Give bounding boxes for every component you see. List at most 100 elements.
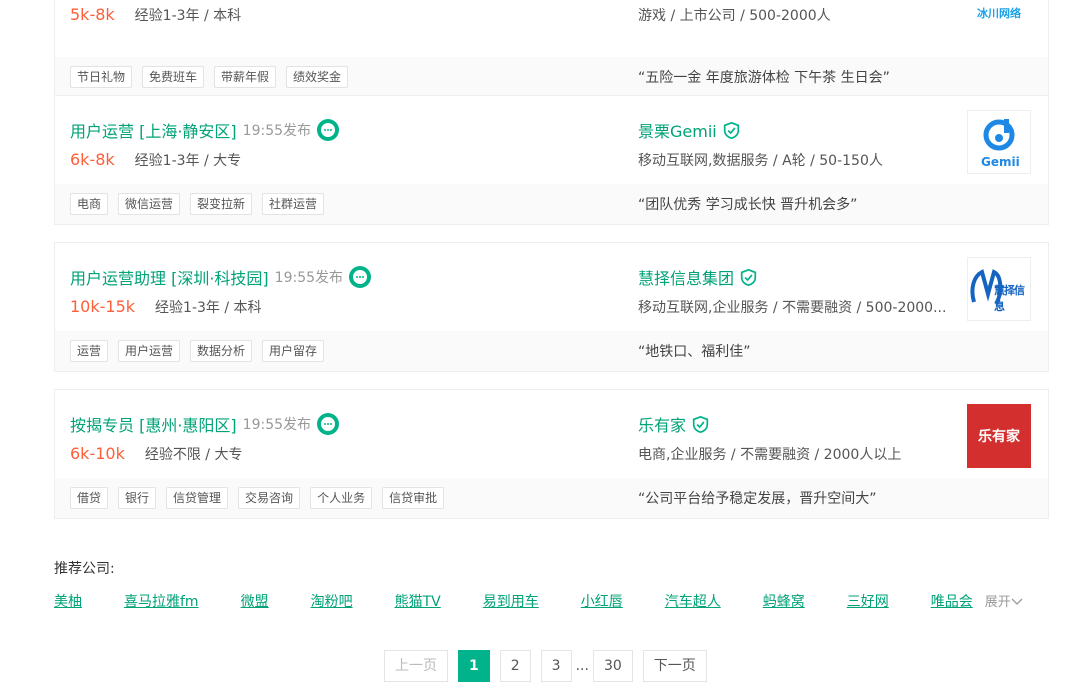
- logo-text: Gemii: [981, 155, 1020, 169]
- card-footer: 节日礼物 免费班车 带薪年假 绩效奖金 “五险一金 年度旅游体检 下午茶 生日会…: [55, 57, 1048, 97]
- job-card[interactable]: 用户运营助理 [深圳·科技园] 19:55发布 10k-15k 经验1-3年 /…: [54, 242, 1049, 372]
- job-title-link[interactable]: 用户运营 [上海·静安区] 19:55发布: [70, 118, 340, 142]
- salary: 6k-8k: [70, 150, 115, 169]
- job-requirement: 经验不限 / 大专: [144, 447, 243, 463]
- recommend-company-link[interactable]: 三好网: [847, 591, 889, 611]
- next-page-button[interactable]: 下一页: [642, 650, 707, 682]
- tag: 节日礼物: [70, 66, 133, 88]
- company-logo[interactable]: 冰川网络: [967, 0, 1031, 19]
- logo-text: 冰川网络: [977, 7, 1021, 19]
- logo-text: 慧择信息: [994, 284, 1025, 313]
- expand-label: 展开: [984, 595, 1011, 610]
- job-requirement: 经验1-3年 / 本科: [134, 8, 242, 24]
- company-logo[interactable]: 乐有家: [967, 404, 1031, 468]
- salary: 6k-10k: [70, 444, 125, 463]
- salary-line: 6k-10k 经验不限 / 大专: [70, 444, 242, 464]
- job-requirement: 经验1-3年 / 本科: [155, 300, 262, 316]
- page-button[interactable]: 2: [499, 650, 531, 682]
- tag: 带薪年假: [214, 66, 277, 88]
- card-footer: 电商 微信运营 裂变拉新 社群运营 “团队优秀 学习成长快 晋升机会多”: [55, 184, 1048, 224]
- tag-list: 借贷 银行 信贷管理 交易咨询 个人业务 信贷审批: [70, 487, 445, 509]
- tag: 绩效奖金: [286, 66, 349, 88]
- recommend-title: 推荐公司:: [54, 561, 115, 577]
- company-logo[interactable]: 慧择信息: [967, 257, 1031, 321]
- job-card[interactable]: 5k-8k 经验1-3年 / 本科 游戏 / 上市公司 / 500-2000人 …: [54, 0, 1049, 98]
- tag: 信贷管理: [166, 487, 229, 509]
- job-title[interactable]: 按揭专员 [惠州·惠阳区]: [70, 412, 237, 436]
- chevron-down-icon: [1011, 598, 1023, 605]
- tag: 电商: [70, 193, 109, 215]
- recommend-company-link[interactable]: 喜马拉雅fm: [124, 591, 199, 611]
- page-button-last[interactable]: 30: [592, 650, 633, 682]
- tag: 免费班车: [142, 66, 205, 88]
- recommend-company-link[interactable]: 汽车超人: [665, 591, 721, 611]
- salary: 5k-8k: [70, 5, 115, 24]
- recommend-company-link[interactable]: 淘粉吧: [311, 591, 353, 611]
- tag: 数据分析: [190, 340, 253, 362]
- company-logo[interactable]: Gemii: [967, 110, 1031, 174]
- prev-page-button[interactable]: 上一页: [384, 650, 448, 682]
- verified-icon: [723, 121, 739, 139]
- company-name-link[interactable]: 慧择信息集团: [638, 265, 757, 289]
- company-name-link[interactable]: 景栗Gemii: [638, 118, 740, 142]
- page-button[interactable]: 3: [540, 650, 572, 682]
- recommend-company-link[interactable]: 蚂蜂窝: [763, 591, 805, 611]
- job-title-link[interactable]: 用户运营助理 [深圳·科技园] 19:55发布: [70, 265, 372, 289]
- company-industry: 移动互联网,企业服务 / 不需要融资 / 500-2000...: [638, 300, 947, 316]
- card-footer: 借贷 银行 信贷管理 交易咨询 个人业务 信贷审批 “公司平台给予稳定发展，晋升…: [55, 478, 1048, 518]
- company-name[interactable]: 慧择信息集团: [638, 265, 734, 289]
- salary: 10k-15k: [70, 297, 136, 316]
- recommend-company-link[interactable]: 微盟: [241, 591, 269, 611]
- chat-icon[interactable]: [349, 266, 372, 288]
- company-industry: 电商,企业服务 / 不需要融资 / 2000人以上: [638, 447, 902, 463]
- job-card[interactable]: 用户运营 [上海·静安区] 19:55发布 6k-8k 经验1-3年 / 大专 …: [54, 95, 1049, 225]
- job-requirement: 经验1-3年 / 大专: [134, 153, 242, 169]
- recommend-company-link[interactable]: 唯品会: [931, 591, 973, 611]
- recommend-company-link[interactable]: 易到用车: [483, 591, 539, 611]
- benefit-text: “公司平台给予稳定发展，晋升空间大”: [638, 491, 877, 507]
- salary-line: 5k-8k 经验1-3年 / 本科: [70, 5, 241, 25]
- verified-icon: [692, 415, 709, 433]
- tag: 社群运营: [262, 193, 325, 215]
- company-name[interactable]: 乐有家: [638, 412, 686, 436]
- publish-time: 19:55发布: [274, 270, 344, 286]
- pagination: 上一页 1 2 3 ... 30 下一页: [384, 650, 707, 682]
- tag: 微信运营: [118, 193, 181, 215]
- verified-icon: [740, 268, 757, 286]
- tag: 交易咨询: [238, 487, 301, 509]
- recommend-company-link[interactable]: 熊猫TV: [395, 591, 441, 611]
- tag: 运营: [70, 340, 109, 362]
- publish-time: 19:55发布: [242, 123, 312, 139]
- chat-icon[interactable]: [317, 413, 340, 435]
- tag-list: 节日礼物 免费班车 带薪年假 绩效奖金: [70, 66, 349, 88]
- company-name[interactable]: 景栗Gemii: [638, 118, 717, 142]
- tag: 用户运营: [118, 340, 181, 362]
- recommend-company-link[interactable]: 小红唇: [581, 591, 623, 611]
- publish-time: 19:55发布: [242, 417, 312, 433]
- tag: 用户留存: [262, 340, 325, 362]
- job-title[interactable]: 用户运营助理 [深圳·科技园]: [70, 265, 269, 289]
- card-footer: 运营 用户运营 数据分析 用户留存 “地铁口、福利佳”: [55, 331, 1048, 371]
- logo-text: 乐有家: [978, 429, 1020, 445]
- chat-icon[interactable]: [317, 119, 340, 141]
- job-title[interactable]: 用户运营 [上海·静安区]: [70, 118, 237, 142]
- recommend-company-link[interactable]: 美柚: [54, 591, 82, 611]
- tag-list: 运营 用户运营 数据分析 用户留存: [70, 340, 325, 362]
- job-card[interactable]: 按揭专员 [惠州·惠阳区] 19:55发布 6k-10k 经验不限 / 大专 乐…: [54, 389, 1049, 519]
- tag: 信贷审批: [382, 487, 445, 509]
- company-industry: 游戏 / 上市公司 / 500-2000人: [638, 8, 831, 24]
- job-title-link[interactable]: 按揭专员 [惠州·惠阳区] 19:55发布: [70, 412, 340, 436]
- salary-line: 10k-15k 经验1-3年 / 本科: [70, 297, 262, 317]
- tag: 银行: [118, 487, 157, 509]
- page-ellipsis: ...: [575, 658, 589, 674]
- benefit-text: “团队优秀 学习成长快 晋升机会多”: [638, 197, 858, 213]
- recommend-company-list: 美柚 喜马拉雅fm 微盟 淘粉吧 熊猫TV 易到用车 小红唇 汽车超人 蚂蜂窝 …: [54, 591, 1023, 611]
- tag-list: 电商 微信运营 裂变拉新 社群运营: [70, 193, 325, 215]
- benefit-text: “地铁口、福利佳”: [638, 344, 751, 360]
- benefit-text: “五险一金 年度旅游体检 下午茶 生日会”: [638, 70, 890, 86]
- page-button-current[interactable]: 1: [458, 650, 490, 682]
- tag: 裂变拉新: [190, 193, 253, 215]
- tag: 个人业务: [310, 487, 373, 509]
- expand-button[interactable]: 展开: [985, 591, 1023, 611]
- company-name-link[interactable]: 乐有家: [638, 412, 709, 436]
